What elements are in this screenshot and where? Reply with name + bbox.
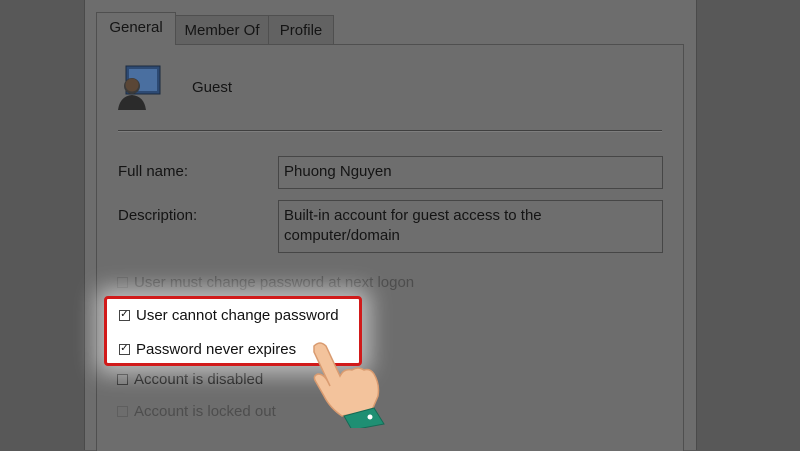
checkbox-label: User cannot change password	[136, 306, 339, 324]
checkmark-icon[interactable]: ✓	[119, 343, 130, 355]
checkbox-account-disabled[interactable]: Account is disabled	[117, 369, 263, 389]
checkbox-label: Password never expires	[136, 340, 297, 358]
tab-member-of[interactable]: Member Of	[175, 15, 269, 45]
separator-line	[118, 130, 662, 132]
checkbox-password-never-expires[interactable]: ✓ Password never expires	[119, 339, 296, 359]
checkbox-box	[117, 405, 128, 417]
checkbox-label: User must change password at next logon	[134, 273, 415, 291]
checkbox-label: Account is locked out	[134, 402, 276, 420]
checkbox-label: Account is disabled	[134, 370, 264, 388]
description-label: Description:	[118, 207, 198, 224]
checkbox-account-locked-out: Account is locked out	[117, 401, 276, 421]
pointing-hand-icon	[313, 342, 385, 428]
tab-profile[interactable]: Profile	[268, 15, 334, 45]
user-name: Guest	[192, 79, 233, 96]
checkbox-cannot-change-password[interactable]: ✓ User cannot change password	[119, 305, 339, 325]
checkbox-box	[117, 276, 128, 288]
checkmark-icon[interactable]: ✓	[119, 309, 130, 321]
description-field[interactable]: Built-in account for guest access to the…	[278, 200, 663, 253]
tab-general[interactable]: General	[96, 12, 176, 45]
user-account-icon	[118, 65, 161, 110]
checkbox-must-change-password: User must change password at next logon	[117, 272, 414, 292]
checkbox-box[interactable]	[117, 373, 128, 385]
full-name-field[interactable]: Phuong Nguyen	[278, 156, 663, 189]
full-name-label: Full name:	[118, 163, 189, 180]
